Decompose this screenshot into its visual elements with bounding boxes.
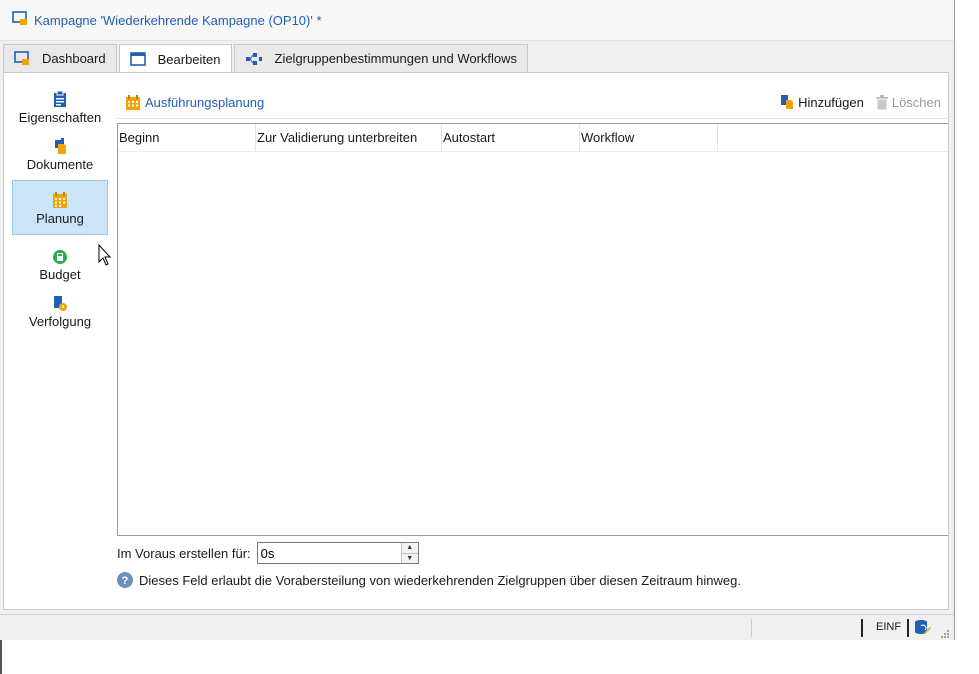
edit-window-icon	[129, 52, 146, 66]
sidebar-item-label: Verfolgung	[28, 314, 92, 329]
svg-text:?: ?	[122, 575, 129, 587]
column-header-validierung[interactable]: Zur Validierung unterbreiten	[256, 124, 442, 151]
section-title: Ausführungsplanung	[145, 94, 265, 110]
resize-grip-icon[interactable]	[940, 627, 950, 642]
sidebar-item-dokumente[interactable]: Dokumente	[12, 133, 108, 172]
window-title: Kampagne 'Wiederkehrende Kampagne (OP10)…	[34, 12, 322, 28]
sidebar-item-label: Planung	[36, 211, 84, 226]
trash-icon	[875, 94, 888, 110]
advance-duration-spinner[interactable]: ▲ ▼	[256, 542, 419, 564]
sidebar-item-budget[interactable]: Budget	[12, 243, 108, 282]
budget-icon	[52, 243, 68, 265]
delete-button-label: Löschen	[891, 94, 941, 110]
advance-duration-input[interactable]	[257, 543, 401, 563]
advance-label: Im Voraus erstellen für:	[117, 545, 251, 561]
spinner-down-button[interactable]: ▼	[401, 553, 418, 563]
advance-creation-row: Im Voraus erstellen für: ▲ ▼	[117, 541, 419, 565]
help-icon: ?	[117, 572, 133, 588]
toolbar-actions: Hinzufügen Löschen	[768, 94, 941, 110]
sidebar-item-label: Eigenschaften	[18, 110, 102, 125]
section-toolbar: Ausführungsplanung Hinzufügen Löschen	[117, 86, 949, 119]
status-separator	[861, 619, 863, 637]
title-bar: Kampagne 'Wiederkehrende Kampagne (OP10)…	[0, 0, 954, 41]
spinner-arrows: ▲ ▼	[400, 543, 418, 563]
clipboard-icon	[53, 86, 67, 108]
calendar-icon	[125, 94, 141, 111]
spinner-up-button[interactable]: ▲	[401, 543, 418, 554]
sidebar-item-verfolgung[interactable]: Verfolgung	[12, 290, 108, 329]
tracking-icon	[53, 290, 67, 312]
add-document-icon	[780, 94, 794, 110]
grid-header: Beginn Zur Validierung unterbreiten Auto…	[118, 124, 948, 152]
add-button-label: Hinzufügen	[798, 94, 864, 110]
column-header-workflow[interactable]: Workflow	[580, 124, 718, 151]
delete-button[interactable]: Löschen	[875, 94, 941, 110]
column-header-beginn[interactable]: Beginn	[118, 124, 256, 151]
tab-bearbeiten[interactable]: Bearbeiten	[118, 44, 232, 73]
schedule-grid[interactable]: Beginn Zur Validierung unterbreiten Auto…	[117, 123, 948, 536]
column-header-autostart[interactable]: Autostart	[442, 124, 580, 151]
help-text: Dieses Feld erlaubt die Vorabersteilung …	[139, 572, 741, 588]
database-icon	[914, 619, 932, 640]
tab-workflows[interactable]: Zielgruppenbestimmungen und Workflows	[233, 44, 529, 72]
dashboard-icon	[14, 51, 30, 66]
sidebar-item-label: Dokumente	[26, 157, 94, 172]
status-separator	[751, 619, 752, 637]
help-row: ? Dieses Feld erlaubt die Vorabersteilun…	[117, 570, 741, 590]
insert-mode-indicator: EINF	[876, 621, 902, 633]
workflow-icon	[245, 52, 263, 66]
tab-bar: Dashboard Bearbeiten Zielgruppenbestimmu…	[3, 44, 530, 73]
mouse-cursor-icon	[98, 243, 112, 271]
status-bar: EINF	[0, 614, 954, 640]
tab-label: Dashboard	[42, 51, 106, 66]
calendar-icon	[52, 187, 68, 209]
add-button[interactable]: Hinzufügen	[780, 94, 864, 110]
status-separator	[907, 619, 909, 637]
section-header: Ausführungsplanung	[125, 94, 264, 111]
sidebar-item-label: Budget	[39, 267, 81, 282]
tab-label: Bearbeiten	[157, 51, 221, 67]
window-edge	[0, 640, 2, 674]
sidebar-item-eigenschaften[interactable]: Eigenschaften	[12, 86, 108, 125]
sidebar: Eigenschaften Dokumente Planung Budget V…	[12, 86, 109, 337]
tab-label: Zielgruppenbestimmungen und Workflows	[274, 51, 518, 66]
campaign-icon	[12, 11, 28, 29]
tab-dashboard[interactable]: Dashboard	[3, 44, 117, 72]
sidebar-item-planung[interactable]: Planung	[12, 180, 108, 235]
documents-icon	[53, 133, 67, 155]
